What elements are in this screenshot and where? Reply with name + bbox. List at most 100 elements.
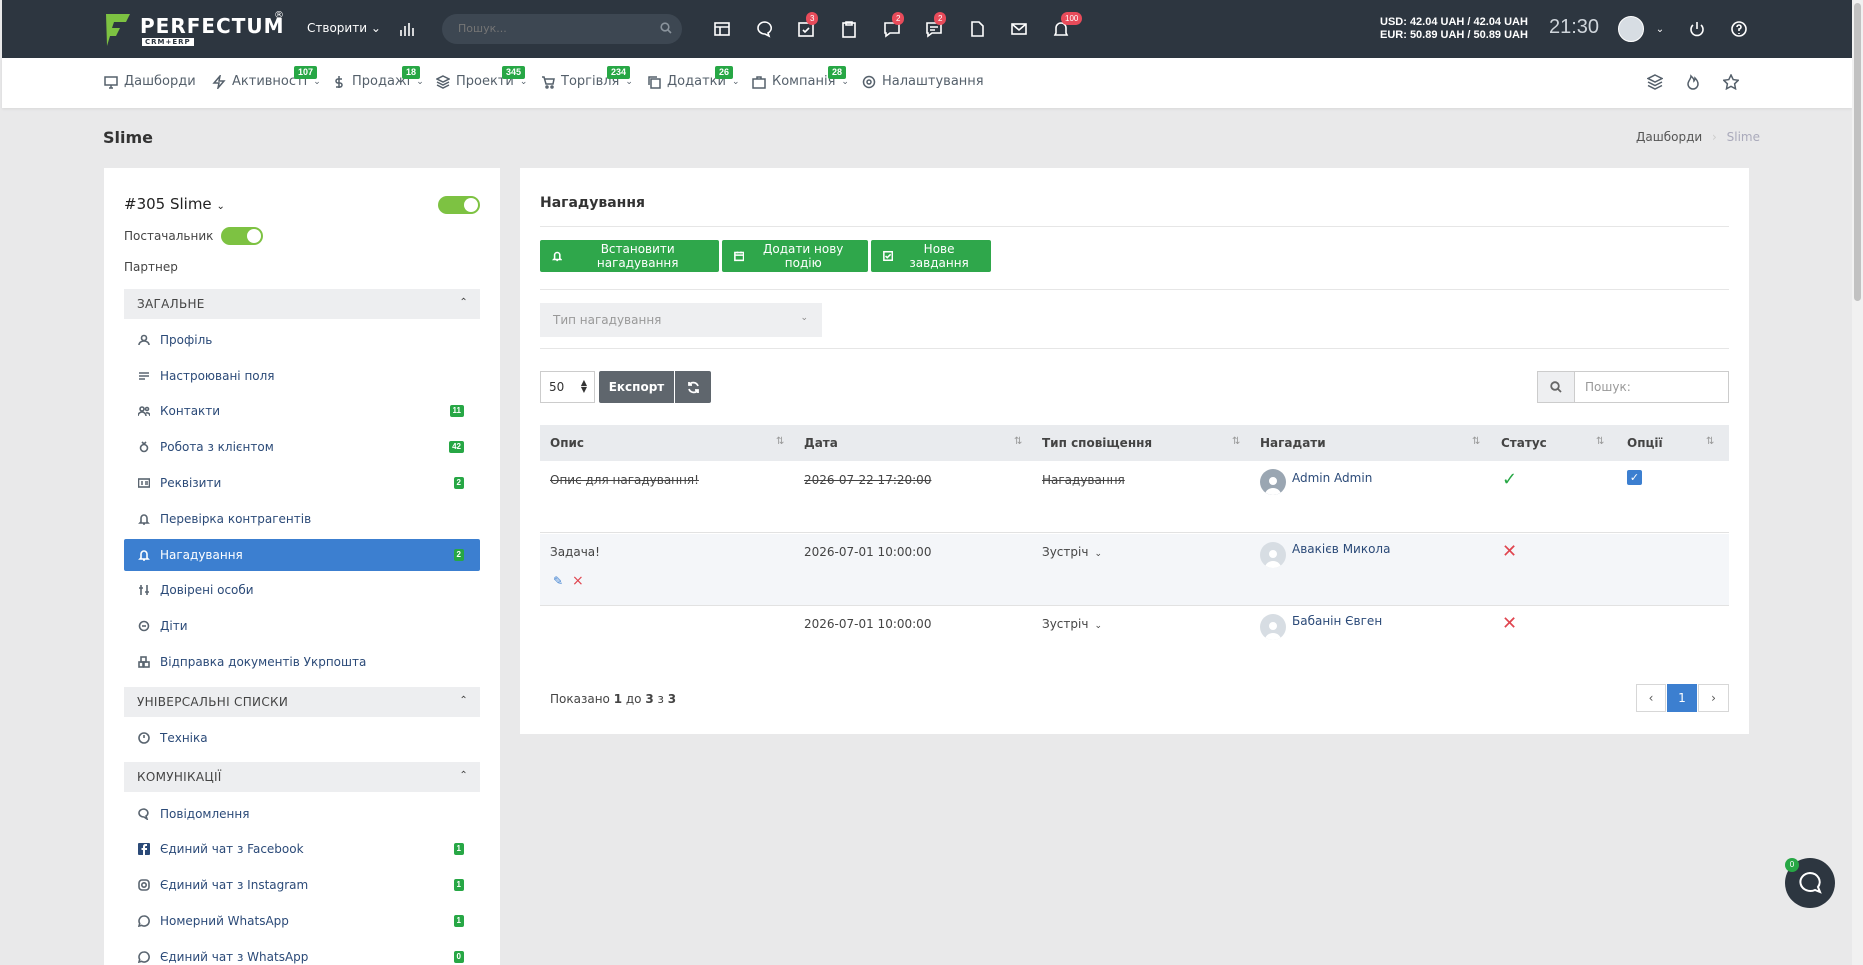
client-name-dropdown[interactable]: #305 Slime ⌄ <box>124 195 225 213</box>
section-universal-lists[interactable]: УНІВЕРСАЛЬНІ СПИСКИ ⌃ <box>124 687 480 717</box>
star-icon[interactable] <box>1722 73 1741 92</box>
fire-icon[interactable] <box>1685 74 1703 92</box>
create-label: Створити <box>307 21 367 35</box>
table-search-input[interactable] <box>1574 371 1729 403</box>
sidebar-item-facebook-chat[interactable]: Єдиний чат з Facebook 1 <box>124 833 480 865</box>
sidebar-item-messages[interactable]: Повідомлення <box>124 798 480 830</box>
column-header-status[interactable]: Статус <box>1501 436 1547 450</box>
pagination-prev[interactable]: ‹ <box>1636 684 1666 712</box>
column-header-description[interactable]: Опис <box>550 436 584 450</box>
info-text: Показано <box>550 692 614 706</box>
sidebar-item-counterparty-check[interactable]: Перевірка контрагентів <box>124 503 480 535</box>
section-communications[interactable]: КОМУНІКАЦІЇ ⌃ <box>124 762 480 792</box>
sidebar-item-whatsapp-chat[interactable]: Єдиний чат з WhatsApp 0 <box>124 941 480 965</box>
nav-item-dashboards[interactable]: Дашборди <box>104 74 196 89</box>
sidebar-item-client-work[interactable]: Робота з клієнтом 42 <box>124 431 480 463</box>
calendar-table-icon[interactable] <box>710 17 734 41</box>
comments-icon[interactable]: 2 <box>922 12 947 41</box>
avatar <box>1260 614 1286 640</box>
nav-item-settings[interactable]: Налаштування <box>862 74 984 89</box>
sidebar-item-profile[interactable]: Профіль <box>124 324 480 356</box>
sidebar-item-custom-fields[interactable]: Настроювані поля <box>124 360 480 392</box>
row-remind-person[interactable]: Admin Admin <box>1260 463 1372 495</box>
sidebar-item-contacts[interactable]: Контакти 11 <box>124 395 480 427</box>
scrollbar[interactable] <box>1852 0 1863 965</box>
reminder-type-select[interactable]: Тип нагадування ⌄ <box>540 303 822 337</box>
delete-icon[interactable]: × <box>572 573 584 589</box>
chevron-down-icon[interactable]: ⌄ <box>1648 17 1672 41</box>
pagination-page-1[interactable]: 1 <box>1667 684 1697 712</box>
mail-icon[interactable] <box>1007 17 1031 41</box>
stats-icon[interactable] <box>395 17 419 41</box>
sidebar-item-equipment[interactable]: Техніка <box>124 722 480 754</box>
row-description: Задача! <box>550 545 600 559</box>
nav-item-addons[interactable]: Додатки ⌄ 26 <box>647 66 740 89</box>
sort-icon[interactable]: ⇅ <box>1472 436 1480 447</box>
chevron-up-icon: ⌃ <box>459 770 468 781</box>
sidebar-item-children[interactable]: Діти <box>124 610 480 642</box>
sidebar-item-whatsapp-number[interactable]: Номерний WhatsApp 1 <box>124 905 480 937</box>
set-reminder-button[interactable]: Встановити нагадування <box>540 240 719 272</box>
nav-item-projects[interactable]: Проекти ⌄ 345 <box>436 66 527 89</box>
chat-icon[interactable] <box>753 17 777 41</box>
nav-item-company[interactable]: Компанія ⌄ 28 <box>752 66 849 89</box>
sidebar-item-requisites[interactable]: Реквізити 2 <box>124 467 480 499</box>
completed-checkbox[interactable]: ✓ <box>1627 470 1642 485</box>
scrollbar-thumb[interactable] <box>1854 3 1861 301</box>
document-icon[interactable] <box>965 17 989 41</box>
column-header-remind[interactable]: Нагадати <box>1260 436 1326 450</box>
client-active-toggle[interactable] <box>438 196 480 214</box>
nav-item-trade[interactable]: Торгівля ⌄ 234 <box>541 66 633 89</box>
chats-badge: 2 <box>934 12 947 25</box>
sort-icon[interactable]: ⇅ <box>1596 436 1604 447</box>
button-label: Нове завдання <box>909 242 969 270</box>
export-button[interactable]: Експорт <box>599 371 674 403</box>
row-type-dropdown[interactable]: Зустріч ⌄ <box>1042 617 1102 631</box>
sort-icon[interactable]: ⇅ <box>776 436 784 447</box>
user-avatar[interactable] <box>1618 16 1644 42</box>
sidebar-item-label: Настроювані поля <box>160 369 275 383</box>
global-search[interactable] <box>442 14 682 44</box>
sidebar-badge: 1 <box>453 915 464 927</box>
row-remind-person[interactable]: Бабанін Євген <box>1260 608 1382 640</box>
sort-icon[interactable]: ⇅ <box>1014 436 1022 447</box>
id-card-icon <box>138 478 150 488</box>
person-name: Бабанін Євген <box>1292 614 1383 628</box>
reload-button[interactable] <box>675 371 711 403</box>
nav-item-activities[interactable]: Активності ⌄ 107 <box>212 66 321 89</box>
page-length-select[interactable]: 50 ▲ ▼ <box>540 371 595 403</box>
global-search-input[interactable] <box>442 14 642 43</box>
nav-item-sales[interactable]: Продажі ⌄ 18 <box>332 66 424 89</box>
tasks-icon[interactable]: 3 <box>794 12 819 41</box>
column-header-options[interactable]: Опції <box>1627 436 1663 450</box>
sidebar-item-instagram-chat[interactable]: Єдиний чат з Instagram 1 <box>124 869 480 901</box>
sidebar-item-label: Реквізити <box>160 476 222 490</box>
column-header-notification-type[interactable]: Тип сповіщення <box>1042 436 1152 450</box>
sidebar-item-reminders[interactable]: Нагадування 2 <box>124 539 480 571</box>
row-type-dropdown[interactable]: Зустріч ⌄ <box>1042 545 1102 559</box>
sidebar-item-label: Техніка <box>160 731 208 745</box>
pagination-next[interactable]: › <box>1698 684 1729 712</box>
edit-icon[interactable]: ✎ <box>553 574 563 588</box>
sidebar-item-ukrposhta[interactable]: Відправка документів Укрпошта <box>124 646 480 678</box>
clipboard-icon[interactable] <box>837 17 861 41</box>
sort-icon[interactable]: ⇅ <box>1706 436 1714 447</box>
notifications-icon[interactable]: 100 <box>1049 12 1083 41</box>
add-event-button[interactable]: Додати нову подію <box>722 240 868 272</box>
row-type: Зустріч <box>1042 617 1089 631</box>
sidebar-item-trusted-persons[interactable]: Довірені особи <box>124 574 480 606</box>
supplier-toggle[interactable] <box>221 227 263 245</box>
help-icon[interactable] <box>1727 17 1751 41</box>
row-date: 2026-07-01 10:00:00 <box>804 545 932 559</box>
sort-icon[interactable]: ⇅ <box>1232 436 1240 447</box>
section-general[interactable]: ЗАГАЛЬНЕ ⌃ <box>124 289 480 319</box>
row-remind-person[interactable]: Авакієв Микола <box>1260 536 1390 568</box>
messages-icon[interactable]: 2 <box>880 12 905 41</box>
layers-icon[interactable] <box>1646 74 1665 92</box>
breadcrumb-home[interactable]: Дашборди <box>1636 130 1702 144</box>
create-menu-button[interactable]: Створити ⌄ <box>307 21 381 35</box>
cart-icon <box>542 75 555 89</box>
column-header-date[interactable]: Дата <box>804 436 838 450</box>
new-task-button[interactable]: Нове завдання <box>871 240 991 272</box>
power-icon[interactable] <box>1685 17 1709 41</box>
